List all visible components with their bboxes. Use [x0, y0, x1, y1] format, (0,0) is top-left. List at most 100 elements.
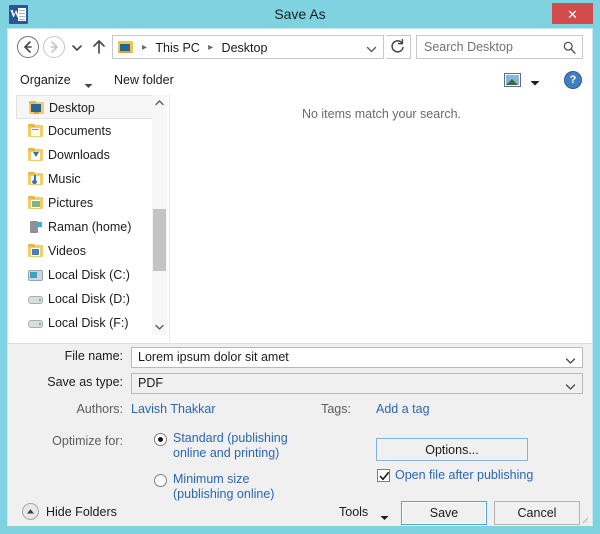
authors-label: Authors:	[76, 402, 123, 416]
sidebar-item-pictures[interactable]: Pictures	[16, 191, 164, 215]
system-drive-icon	[28, 268, 43, 282]
sidebar-item-label: Music	[48, 172, 81, 186]
pictures-folder-icon	[28, 196, 43, 210]
command-bar: Organize New folder ?	[8, 65, 592, 95]
sidebar-item-label: Downloads	[48, 148, 110, 162]
save-as-dialog: W Save As ✕ ▸ This PC ▸ Desktop Search D…	[0, 0, 600, 534]
sidebar-item-label: Local Disk (D:)	[48, 292, 130, 306]
scroll-up-arrow-icon[interactable]	[152, 95, 167, 111]
recent-locations-chevron-icon[interactable]	[71, 42, 83, 52]
sidebar-item-local-disk-d[interactable]: Local Disk (D:)	[16, 287, 164, 311]
chevron-down-icon[interactable]	[366, 43, 377, 53]
empty-list-message: No items match your search.	[301, 107, 462, 121]
chevron-down-icon[interactable]	[565, 380, 576, 390]
tags-label: Tags:	[321, 402, 351, 416]
up-arrow-icon[interactable]	[91, 38, 107, 56]
sidebar-item-label: Local Disk (C:)	[48, 268, 130, 282]
search-icon	[563, 41, 576, 54]
caret-down-icon[interactable]	[84, 78, 93, 88]
documents-folder-icon	[28, 124, 43, 138]
change-view-icon[interactable]	[504, 73, 521, 87]
caret-down-icon[interactable]	[530, 76, 540, 86]
title-bar: W Save As ✕	[0, 0, 600, 28]
desktop-folder-icon	[118, 40, 133, 54]
sidebar-item-music[interactable]: Music	[16, 167, 164, 191]
back-arrow-icon[interactable]	[17, 36, 39, 58]
caret-down-icon[interactable]	[380, 510, 389, 520]
sidebar-item-documents[interactable]: Documents	[16, 119, 164, 143]
search-placeholder: Search Desktop	[424, 40, 513, 54]
breadcrumb-item-this-pc[interactable]: This PC	[155, 37, 199, 59]
scroll-down-arrow-icon[interactable]	[152, 319, 167, 335]
breadcrumb-separator: ▸	[208, 41, 214, 53]
file-list[interactable]: No items match your search.	[169, 95, 592, 342]
breadcrumb[interactable]: ▸ This PC ▸ Desktop	[112, 35, 384, 59]
help-glyph: ?	[569, 74, 577, 86]
downloads-folder-icon	[28, 148, 43, 162]
search-input[interactable]: Search Desktop	[416, 35, 583, 59]
options-button[interactable]: Options...	[376, 438, 528, 461]
address-bar: ▸ This PC ▸ Desktop Search Desktop	[8, 29, 592, 65]
sidebar-item-videos[interactable]: Videos	[16, 239, 164, 263]
sidebar-item-label: Raman (home)	[48, 220, 132, 234]
hide-folders-label: Hide Folders	[46, 505, 117, 519]
radio-minimum-label-line2[interactable]: (publishing online)	[173, 487, 274, 502]
file-name-label: File name:	[64, 349, 123, 363]
save-as-type-label: Save as type:	[47, 375, 123, 389]
radio-minimum-label-line1[interactable]: Minimum size	[173, 472, 249, 487]
navigation-pane-scrollbar[interactable]	[152, 95, 167, 335]
save-options-panel: File name: Lorem ipsum dolor sit amet Sa…	[8, 343, 592, 526]
chevron-down-icon[interactable]	[565, 354, 576, 364]
sidebar-item-raman-home[interactable]: Raman (home)	[16, 215, 164, 239]
sidebar-item-desktop[interactable]: Desktop	[16, 95, 164, 119]
drive-icon	[28, 316, 43, 330]
breadcrumb-separator: ▸	[142, 41, 148, 53]
close-button[interactable]: ✕	[552, 3, 593, 24]
sidebar-item-label: Videos	[48, 244, 86, 258]
add-tag-link[interactable]: Add a tag	[376, 402, 430, 416]
collapse-up-icon	[22, 503, 39, 520]
forward-arrow-icon[interactable]	[43, 36, 65, 58]
organize-button[interactable]: Organize	[20, 65, 71, 95]
tools-button[interactable]: Tools	[339, 501, 368, 523]
network-home-icon	[28, 220, 43, 234]
radio-standard[interactable]	[154, 433, 167, 446]
new-folder-button[interactable]: New folder	[114, 65, 174, 95]
optimize-for-label: Optimize for:	[52, 434, 123, 448]
browser-body: Desktop Documents Downloads Music Pictur…	[8, 95, 592, 343]
file-name-input[interactable]: Lorem ipsum dolor sit amet	[131, 347, 583, 368]
drive-icon	[28, 292, 43, 306]
checkmark-icon	[379, 472, 390, 481]
sidebar-item-label: Documents	[48, 124, 112, 138]
sidebar-item-label: Desktop	[49, 101, 95, 115]
breadcrumb-item-desktop[interactable]: Desktop	[222, 37, 268, 59]
close-icon: ✕	[567, 7, 578, 22]
scrollbar-thumb[interactable]	[153, 209, 166, 271]
save-as-type-value: PDF	[138, 376, 163, 390]
videos-folder-icon	[28, 244, 43, 258]
sidebar-item-label: Local Disk (F:)	[48, 316, 129, 330]
radio-standard-label-line2[interactable]: online and printing)	[173, 446, 279, 461]
authors-value[interactable]: Lavish Thakkar	[131, 402, 216, 416]
sidebar-item-label: Pictures	[48, 196, 94, 210]
checkbox-box[interactable]	[377, 469, 390, 482]
save-button[interactable]: Save	[401, 501, 487, 525]
sidebar-item-local-disk-f[interactable]: Local Disk (F:)	[16, 311, 164, 335]
file-name-value: Lorem ipsum dolor sit amet	[138, 350, 289, 364]
sidebar-item-downloads[interactable]: Downloads	[16, 143, 164, 167]
sidebar-item-local-disk-c[interactable]: Local Disk (C:)	[16, 263, 164, 287]
refresh-icon[interactable]	[386, 35, 411, 59]
save-as-type-select[interactable]: PDF	[131, 373, 583, 394]
navigation-pane: Desktop Documents Downloads Music Pictur…	[16, 95, 164, 335]
desktop-icon	[29, 101, 44, 115]
help-icon[interactable]: ?	[564, 71, 582, 89]
cancel-button[interactable]: Cancel	[494, 501, 580, 525]
music-folder-icon	[28, 172, 43, 186]
resize-grip-icon[interactable]	[579, 513, 589, 524]
radio-minimum-size[interactable]	[154, 474, 167, 487]
dialog-footer: Hide Folders Tools Save Cancel	[8, 501, 592, 525]
dialog-client-area: ▸ This PC ▸ Desktop Search Desktop Organ…	[7, 28, 593, 526]
open-after-publishing-label[interactable]: Open file after publishing	[395, 468, 533, 483]
page-title: Save As	[274, 6, 326, 22]
radio-standard-label-line1[interactable]: Standard (publishing	[173, 431, 288, 446]
